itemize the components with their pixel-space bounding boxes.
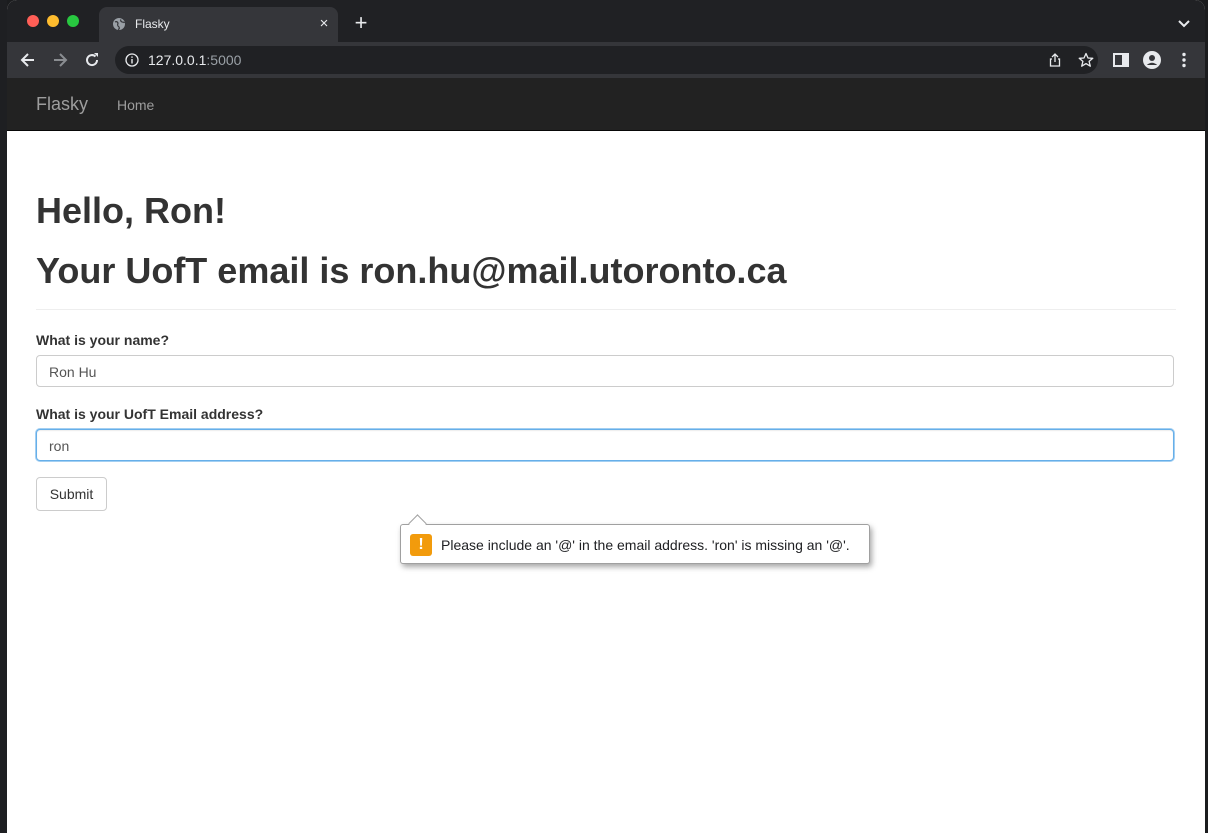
close-window-button[interactable]: [27, 15, 39, 27]
kebab-menu-icon[interactable]: [1174, 50, 1194, 70]
email-field[interactable]: ron: [36, 429, 1174, 461]
validation-message: Please include an '@' in the email addre…: [441, 537, 850, 553]
url-port: :5000: [206, 52, 242, 68]
email-heading: Your UofT email is ron.hu@mail.utoronto.…: [36, 250, 787, 291]
background-editor-strip: [0, 0, 7, 833]
chevron-down-icon[interactable]: [1175, 14, 1193, 32]
back-arrow-icon[interactable]: [18, 50, 38, 70]
email-label: What is your UofT Email address?: [36, 406, 264, 422]
profile-icon[interactable]: [1142, 50, 1162, 70]
tab-strip: Flasky × +: [7, 0, 1205, 42]
address-bar[interactable]: 127.0.0.1:5000: [115, 46, 1098, 74]
page-viewport: Flasky Home Hello, Ron! Your UofT email …: [7, 78, 1205, 833]
name-field[interactable]: Ron Hu: [36, 355, 1174, 387]
name-label: What is your name?: [36, 332, 170, 348]
warning-icon: !: [410, 534, 432, 556]
close-icon[interactable]: ×: [316, 16, 332, 32]
forward-arrow-icon[interactable]: [50, 50, 70, 70]
navbar-brand[interactable]: Flasky: [36, 94, 88, 115]
name-field-value: Ron Hu: [49, 364, 97, 380]
tab-title: Flasky: [135, 17, 170, 31]
divider: [36, 309, 1176, 310]
minimize-window-button[interactable]: [47, 15, 59, 27]
browser-toolbar: 127.0.0.1:5000: [7, 42, 1205, 78]
globe-icon: [113, 18, 126, 31]
tab-flasky[interactable]: Flasky ×: [99, 7, 338, 42]
submit-button[interactable]: Submit: [36, 477, 107, 511]
email-field-value: ron: [49, 438, 70, 454]
sidebar-icon[interactable]: [1111, 50, 1131, 70]
info-icon[interactable]: [125, 53, 139, 67]
tooltip-arrow: [408, 514, 427, 533]
navbar: Flasky Home: [7, 78, 1205, 131]
browser-window: Flasky × + 127.0.0.1:5000 Flasky Home He…: [7, 0, 1205, 833]
url-text: 127.0.0.1:5000: [148, 52, 241, 68]
validation-tooltip: ! Please include an '@' in the email add…: [400, 514, 870, 564]
star-icon[interactable]: [1078, 52, 1094, 68]
maximize-window-button[interactable]: [67, 15, 79, 27]
share-icon[interactable]: [1047, 52, 1063, 68]
reload-icon[interactable]: [82, 50, 102, 70]
greeting-heading: Hello, Ron!: [36, 190, 226, 231]
nav-link-home[interactable]: Home: [117, 97, 154, 113]
url-host: 127.0.0.1: [148, 52, 207, 68]
plus-icon[interactable]: +: [351, 12, 371, 34]
